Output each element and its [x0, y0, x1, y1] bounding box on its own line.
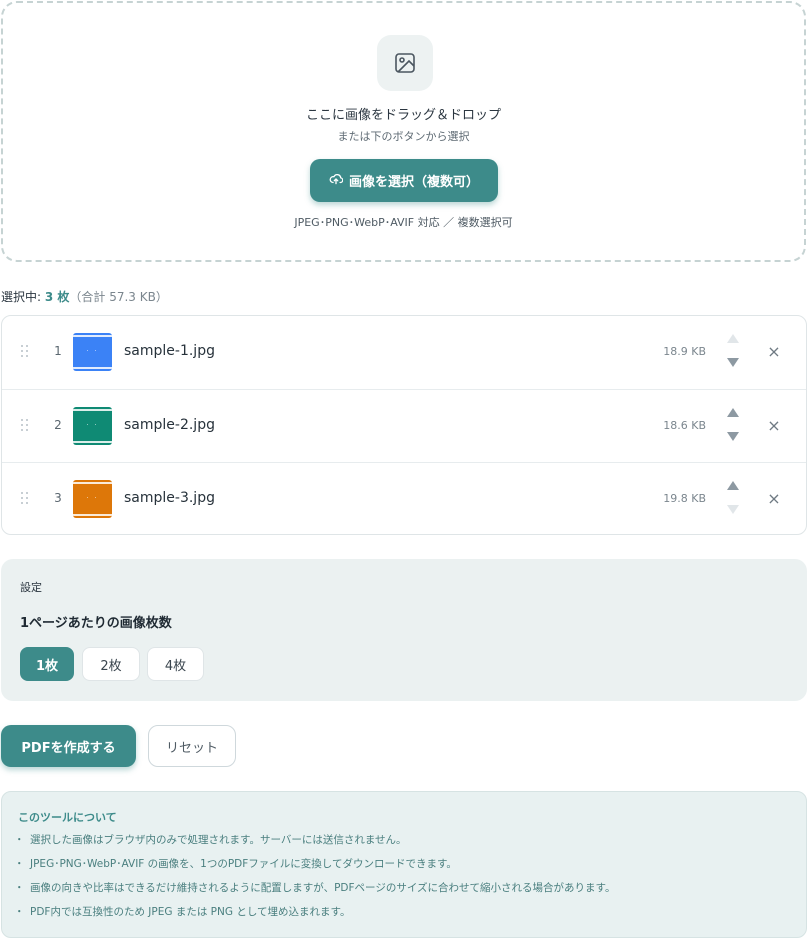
list-item: 選択した画像はブラウザ内のみで処理されます。サーバーには送信されません。: [14, 833, 790, 857]
file-size: 19.8 KB: [663, 492, 706, 505]
list-item: JPEG･PNG･WebP･AVIF の画像を、1つのPDFファイルに変換してダ…: [14, 857, 790, 881]
option-2-per-page[interactable]: 2枚: [82, 647, 140, 681]
move-up-icon[interactable]: [726, 333, 740, 345]
selection-summary: 選択中: 3 枚（合計 57.3 KB）: [1, 288, 168, 305]
file-row[interactable]: 1 · · sample-1.jpg 18.9 KB ×: [2, 316, 806, 389]
drop-zone-title: ここに画像をドラッグ＆ドロップ: [305, 108, 501, 123]
move-up-icon[interactable]: [726, 480, 740, 492]
file-row[interactable]: 2 · · sample-2.jpg 18.6 KB ×: [2, 389, 806, 462]
file-name: sample-2.jpg: [124, 417, 215, 433]
move-down-icon[interactable]: [726, 357, 740, 369]
move-up-icon[interactable]: [726, 407, 740, 419]
settings-panel: 設定 1ページあたりの画像枚数 1枚 2枚 4枚: [1, 559, 807, 701]
drag-handle-icon[interactable]: [21, 419, 29, 433]
images-per-page-label: 1ページあたりの画像枚数: [20, 616, 172, 631]
remove-file-icon[interactable]: ×: [766, 417, 782, 435]
select-images-label: 画像を選択（複数可）: [348, 175, 479, 190]
remove-file-icon[interactable]: ×: [766, 343, 782, 361]
selected-count: 3 枚: [44, 290, 70, 304]
file-row[interactable]: 3 · · sample-3.jpg 19.8 KB ×: [2, 462, 806, 534]
drag-handle-icon[interactable]: [21, 492, 29, 506]
summary-prefix: 選択中:: [1, 290, 45, 304]
select-images-button[interactable]: 画像を選択（複数可）: [310, 159, 498, 202]
file-index: 2: [54, 418, 62, 432]
drop-zone-subtitle: または下のボタンから選択: [337, 130, 470, 143]
drag-handle-icon[interactable]: [21, 345, 29, 359]
file-size: 18.6 KB: [663, 419, 706, 432]
file-size: 18.9 KB: [663, 345, 706, 358]
reset-button[interactable]: リセット: [148, 725, 236, 767]
about-tool-panel: このツールについて 選択した画像はブラウザ内のみで処理されます。サーバーには送信…: [1, 791, 807, 938]
list-item: 画像の向きや比率はできるだけ維持されるように配置しますが、PDFページのサイズに…: [14, 881, 790, 905]
file-thumbnail: · ·: [73, 480, 112, 518]
selected-total-size: （合計 57.3 KB）: [69, 290, 168, 304]
option-1-per-page[interactable]: 1枚: [20, 647, 74, 681]
move-down-icon[interactable]: [726, 431, 740, 443]
drop-zone[interactable]: ここに画像をドラッグ＆ドロップ または下のボタンから選択 画像を選択（複数可） …: [1, 1, 806, 262]
file-thumbnail: · ·: [73, 333, 112, 371]
file-list: 1 · · sample-1.jpg 18.9 KB × 2 · · sampl…: [1, 315, 807, 535]
about-title: このツールについて: [18, 811, 117, 824]
remove-file-icon[interactable]: ×: [766, 490, 782, 508]
settings-title: 設定: [20, 581, 42, 594]
file-index: 3: [54, 491, 62, 505]
file-name: sample-1.jpg: [124, 343, 215, 359]
file-thumbnail: · ·: [73, 407, 112, 445]
supported-formats: JPEG･PNG･WebP･AVIF 対応 ／ 複数選択可: [294, 216, 513, 229]
file-index: 1: [54, 344, 62, 358]
image-icon: [377, 35, 433, 91]
cloud-upload-icon: [329, 172, 344, 190]
option-4-per-page[interactable]: 4枚: [147, 647, 204, 681]
about-list: 選択した画像はブラウザ内のみで処理されます。サーバーには送信されません。 JPE…: [14, 833, 790, 929]
file-name: sample-3.jpg: [124, 490, 215, 506]
list-item: PDF内では互換性のため JPEG または PNG として埋め込まれます。: [14, 905, 790, 929]
move-down-icon[interactable]: [726, 504, 740, 516]
create-pdf-button[interactable]: PDFを作成する: [1, 725, 136, 767]
